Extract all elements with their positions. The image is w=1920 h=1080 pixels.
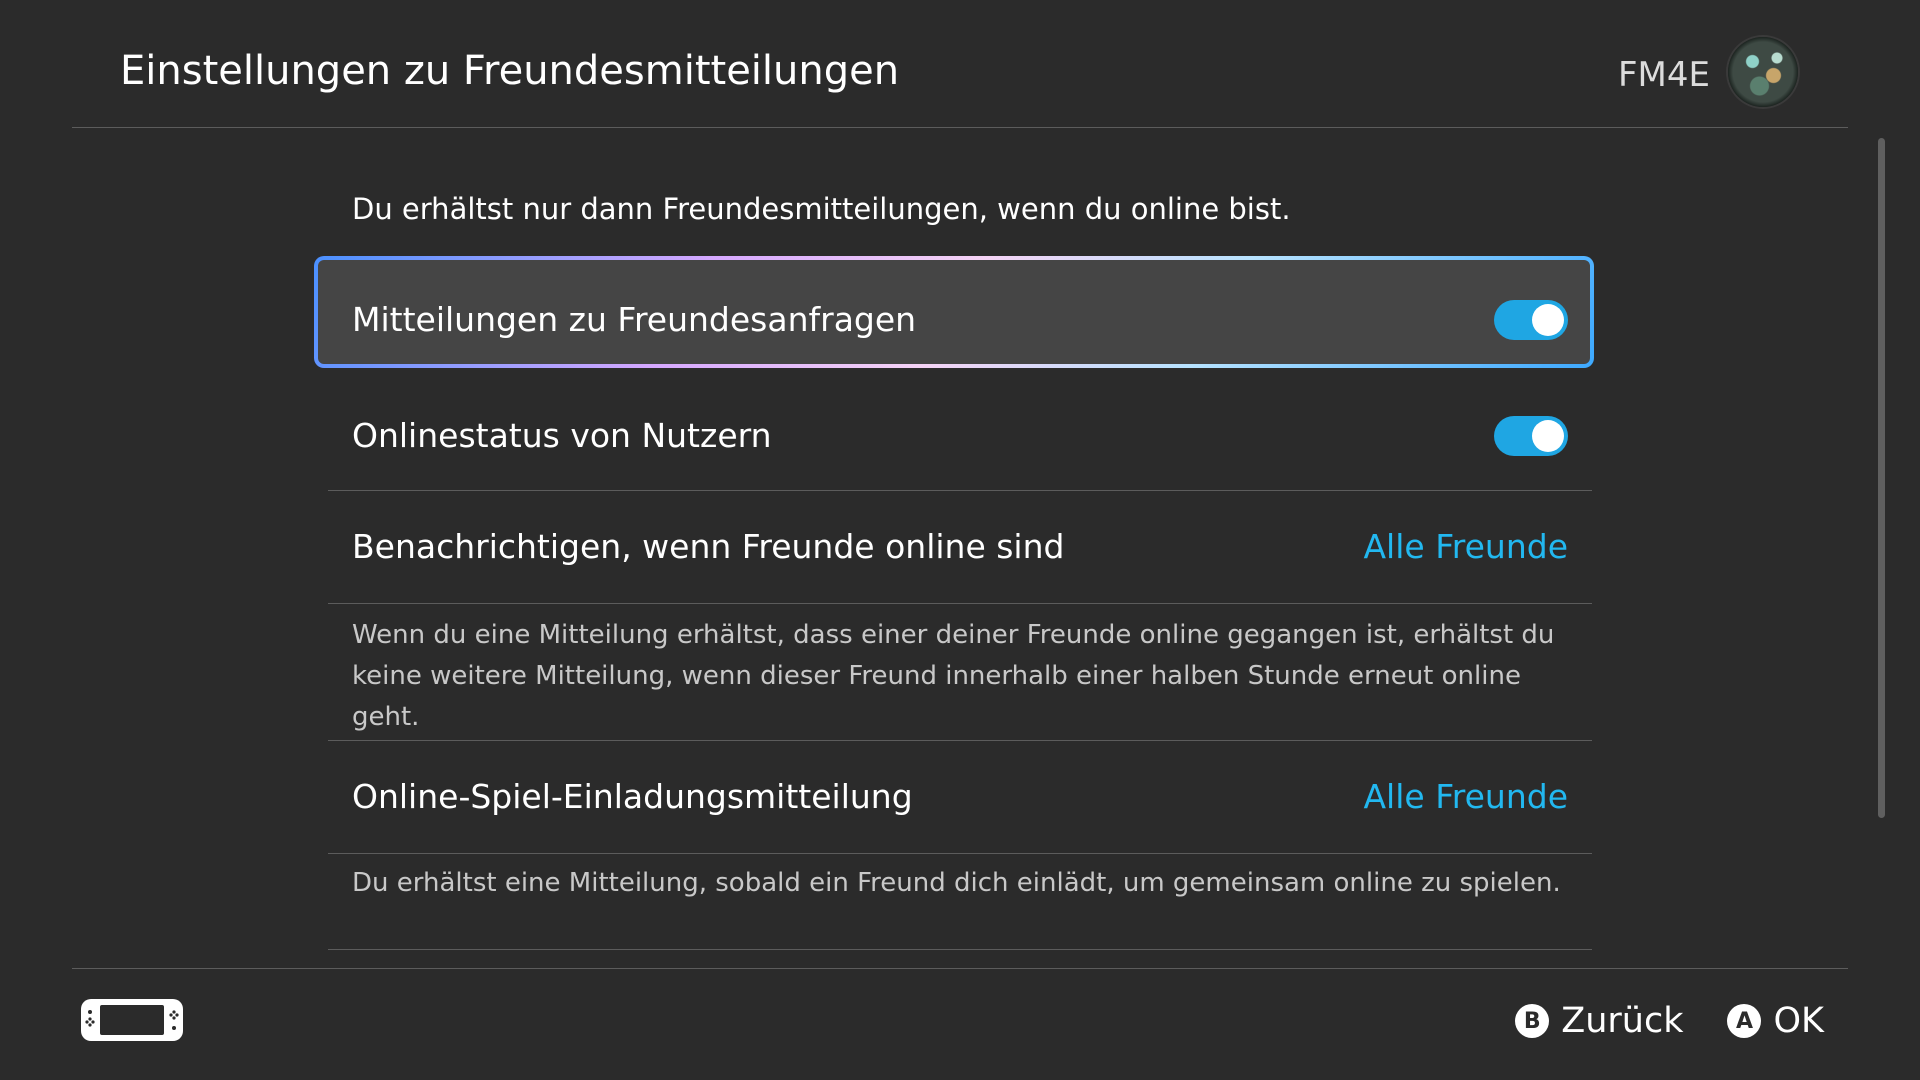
setting-description: Du erhältst eine Mitteilung, sobald ein …	[352, 868, 1561, 898]
scrollbar[interactable]	[1878, 138, 1885, 818]
setting-label: Onlinestatus von Nutzern	[352, 416, 772, 455]
header: Einstellungen zu Freundesmitteilungen FM…	[72, 0, 1848, 128]
divider	[328, 603, 1592, 604]
handheld-console-icon	[81, 999, 183, 1041]
page-title: Einstellungen zu Freundesmitteilungen	[120, 48, 900, 94]
footer-actions: B Zurück A OK	[1515, 996, 1824, 1046]
setting-label: Online-Spiel-Einladungsmitteilung	[352, 777, 913, 816]
friend-notification-settings-screen: Einstellungen zu Freundesmitteilungen FM…	[0, 0, 1920, 1080]
user-name: FM4E	[1617, 55, 1710, 95]
footer-divider	[72, 968, 1848, 969]
b-button-icon: B	[1515, 1004, 1550, 1038]
setting-friend-requests[interactable]: Mitteilungen zu Freundesanfragen	[318, 260, 1592, 376]
back-button[interactable]: B Zurück	[1515, 1001, 1683, 1041]
setting-notify-friends-online[interactable]: Benachrichtigen, wenn Freunde online sin…	[328, 491, 1592, 603]
online-status-toggle[interactable]	[1494, 416, 1568, 456]
divider	[328, 949, 1592, 950]
friend-requests-toggle[interactable]	[1494, 300, 1568, 340]
intro-text: Du erhältst nur dann Freundesmitteilunge…	[352, 192, 1291, 226]
divider	[328, 853, 1592, 854]
setting-value[interactable]: Alle Freunde	[1363, 491, 1568, 603]
back-label: Zurück	[1561, 1001, 1684, 1041]
setting-label: Mitteilungen zu Freundesanfragen	[352, 300, 917, 339]
setting-label: Benachrichtigen, wenn Freunde online sin…	[352, 527, 1065, 566]
setting-description: Wenn du eine Mitteilung erhältst, dass e…	[352, 620, 1555, 732]
ok-button[interactable]: A OK	[1727, 1001, 1824, 1041]
setting-value[interactable]: Alle Freunde	[1363, 741, 1568, 853]
ok-label: OK	[1773, 1001, 1824, 1041]
user-avatar[interactable]	[1728, 37, 1798, 107]
a-button-icon: A	[1727, 1004, 1762, 1038]
setting-game-invite[interactable]: Online-Spiel-Einladungsmitteilung Alle F…	[328, 741, 1592, 853]
setting-online-status[interactable]: Onlinestatus von Nutzern	[328, 380, 1592, 492]
